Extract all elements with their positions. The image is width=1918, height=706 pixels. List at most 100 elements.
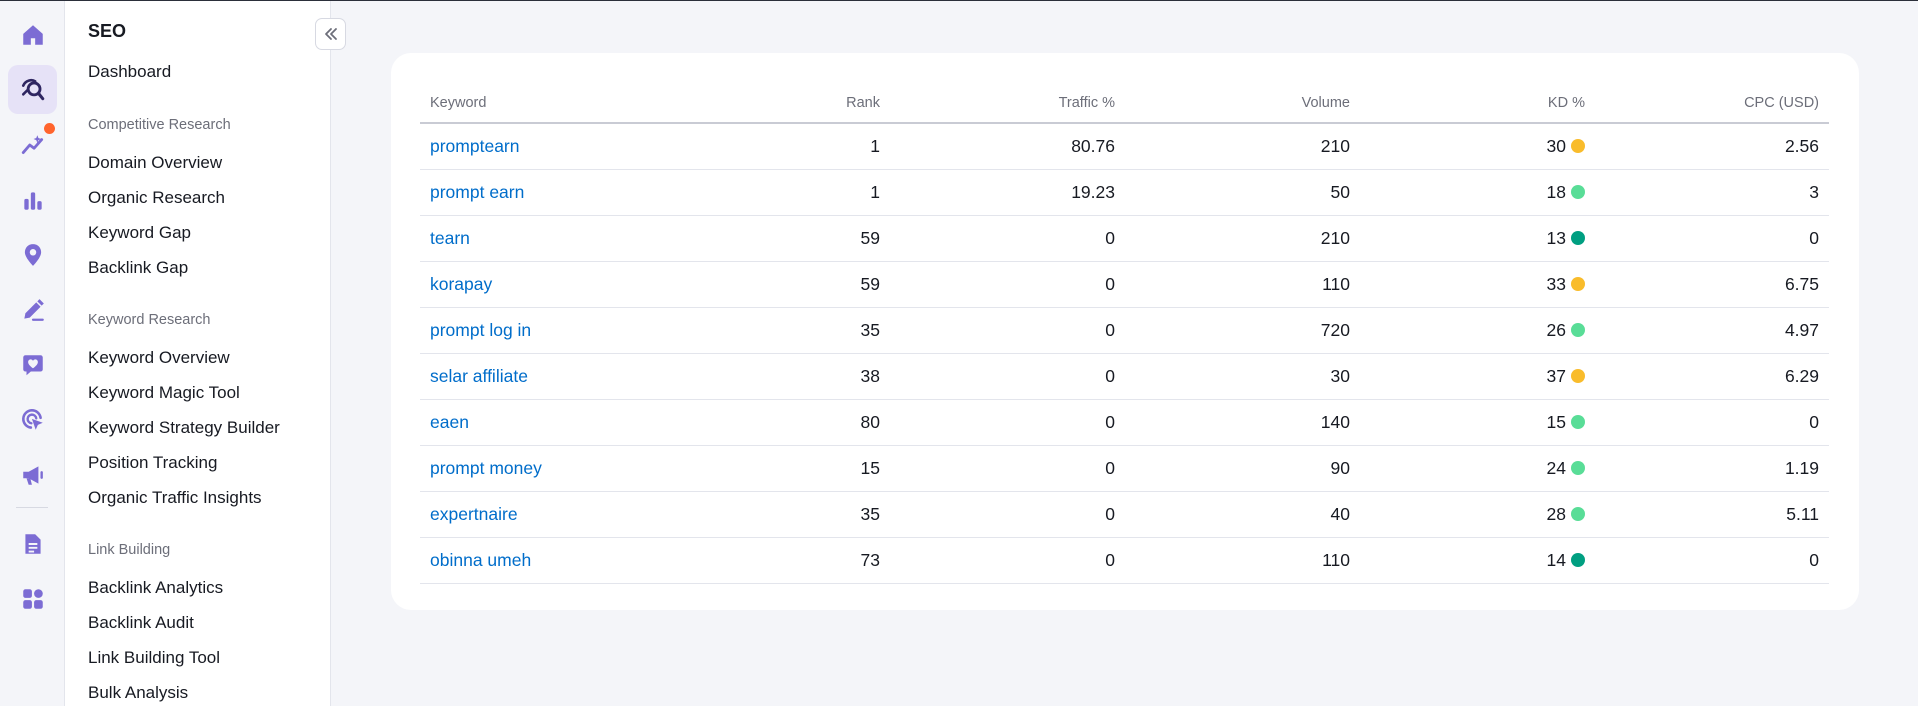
kd-cell: 14: [1360, 537, 1595, 584]
keyword-link[interactable]: prompt money: [430, 458, 542, 478]
kd-value: 14: [1546, 549, 1566, 570]
keyword-link[interactable]: korapay: [430, 274, 492, 294]
keyword-link[interactable]: selar affiliate: [430, 366, 528, 386]
menu-item-organic-traffic-insights[interactable]: Organic Traffic Insights: [88, 488, 262, 508]
column-header-kd[interactable]: KD %: [1360, 84, 1595, 124]
table-header-row: Keyword Rank Traffic % Volume KD % CPC (…: [420, 84, 1829, 124]
kd-cell: 13: [1360, 215, 1595, 262]
menu-item-dashboard[interactable]: Dashboard: [88, 62, 171, 82]
section-competitive-research: Competitive Research: [88, 117, 231, 133]
traffic-cell: 80.76: [890, 123, 1125, 170]
volume-cell: 90: [1125, 445, 1360, 492]
kd-difficulty-dot: [1571, 230, 1585, 245]
keyword-link[interactable]: expertnaire: [430, 504, 518, 524]
document-icon[interactable]: [8, 519, 57, 568]
keyword-cell: obinna umeh: [420, 537, 745, 584]
keyword-link[interactable]: promptearn: [430, 136, 520, 156]
menu-item-position-tracking[interactable]: Position Tracking: [88, 453, 217, 473]
column-header-volume[interactable]: Volume: [1125, 84, 1360, 124]
volume-cell: 720: [1125, 307, 1360, 354]
kd-value: 24: [1546, 457, 1566, 478]
keyword-cell: korapay: [420, 261, 745, 308]
volume-cell: 110: [1125, 537, 1360, 584]
kd-value: 28: [1546, 503, 1566, 524]
menu-item-backlink-gap[interactable]: Backlink Gap: [88, 258, 188, 278]
chart-bars-icon[interactable]: [8, 175, 57, 224]
menu-item-keyword-overview[interactable]: Keyword Overview: [88, 348, 230, 368]
seo-icon[interactable]: [8, 65, 57, 114]
column-header-traffic[interactable]: Traffic %: [890, 84, 1125, 124]
table-row: expertnaire 35 0 40 28 5.11: [420, 491, 1829, 538]
table-row: tearn 59 0 210 13 0: [420, 215, 1829, 262]
kd-value: 15: [1546, 411, 1566, 432]
keyword-link[interactable]: eaen: [430, 412, 469, 432]
traffic-cell: 0: [890, 261, 1125, 308]
keyword-link[interactable]: prompt log in: [430, 320, 531, 340]
section-keyword-research: Keyword Research: [88, 312, 211, 328]
cpc-cell: 4.97: [1595, 307, 1829, 354]
rank-cell: 35: [745, 491, 890, 538]
notification-dot: [42, 121, 57, 136]
kd-difficulty-dot: [1571, 138, 1585, 153]
location-pin-icon[interactable]: [8, 230, 57, 279]
volume-cell: 30: [1125, 353, 1360, 400]
column-header-rank[interactable]: Rank: [745, 84, 890, 124]
menu-item-keyword-gap[interactable]: Keyword Gap: [88, 223, 191, 243]
keyword-link[interactable]: tearn: [430, 228, 470, 248]
megaphone-icon[interactable]: [8, 450, 57, 499]
kd-difficulty-dot: [1571, 506, 1585, 521]
menu-item-keyword-strategy-builder[interactable]: Keyword Strategy Builder: [88, 418, 280, 438]
rank-cell: 35: [745, 307, 890, 354]
volume-cell: 50: [1125, 169, 1360, 216]
column-header-keyword[interactable]: Keyword: [420, 84, 745, 124]
menu-item-organic-research[interactable]: Organic Research: [88, 188, 225, 208]
kd-cell: 30: [1360, 123, 1595, 170]
apps-grid-icon[interactable]: [8, 574, 57, 623]
menu-item-domain-overview[interactable]: Domain Overview: [88, 153, 222, 173]
cpc-cell: 0: [1595, 399, 1829, 446]
kd-value: 26: [1546, 319, 1566, 340]
kd-difficulty-dot: [1571, 368, 1585, 383]
kd-cell: 15: [1360, 399, 1595, 446]
keyword-link[interactable]: obinna umeh: [430, 550, 531, 570]
keyword-cell: eaen: [420, 399, 745, 446]
menu-item-keyword-magic-tool[interactable]: Keyword Magic Tool: [88, 383, 240, 403]
cpc-cell: 6.75: [1595, 261, 1829, 308]
cpc-cell: 6.29: [1595, 353, 1829, 400]
cpc-cell: 3: [1595, 169, 1829, 216]
keyword-cell: expertnaire: [420, 491, 745, 538]
volume-cell: 140: [1125, 399, 1360, 446]
menu-item-backlink-audit[interactable]: Backlink Audit: [88, 613, 194, 633]
table-row: eaen 80 0 140 15 0: [420, 399, 1829, 446]
rank-cell: 59: [745, 215, 890, 262]
volume-cell: 110: [1125, 261, 1360, 308]
table-row: obinna umeh 73 0 110 14 0: [420, 537, 1829, 584]
collapse-menu-button[interactable]: [315, 18, 346, 50]
kd-cell: 28: [1360, 491, 1595, 538]
heart-chat-icon[interactable]: [8, 340, 57, 389]
target-cursor-icon[interactable]: [8, 395, 57, 444]
table-row: prompt money 15 0 90 24 1.19: [420, 445, 1829, 492]
menu-item-link-building-tool[interactable]: Link Building Tool: [88, 648, 220, 668]
menu-item-bulk-analysis[interactable]: Bulk Analysis: [88, 683, 188, 703]
keywords-table: Keyword Rank Traffic % Volume KD % CPC (…: [420, 84, 1829, 584]
keyword-cell: prompt money: [420, 445, 745, 492]
table-row: prompt earn 1 19.23 50 18 3: [420, 169, 1829, 216]
table-row: korapay 59 0 110 33 6.75: [420, 261, 1829, 308]
keyword-cell: prompt earn: [420, 169, 745, 216]
home-icon[interactable]: [8, 10, 57, 59]
traffic-cell: 0: [890, 215, 1125, 262]
cpc-cell: 5.11: [1595, 491, 1829, 538]
table-row: selar affiliate 38 0 30 37 6.29: [420, 353, 1829, 400]
keyword-cell: selar affiliate: [420, 353, 745, 400]
cpc-cell: 0: [1595, 537, 1829, 584]
kd-value: 13: [1546, 227, 1566, 248]
kd-cell: 33: [1360, 261, 1595, 308]
column-header-cpc[interactable]: CPC (USD): [1595, 84, 1829, 124]
menu-item-backlink-analytics[interactable]: Backlink Analytics: [88, 578, 223, 598]
pen-icon[interactable]: [8, 285, 57, 334]
volume-cell: 40: [1125, 491, 1360, 538]
kd-cell: 24: [1360, 445, 1595, 492]
keyword-link[interactable]: prompt earn: [430, 182, 524, 202]
keywords-card: Keyword Rank Traffic % Volume KD % CPC (…: [391, 53, 1859, 610]
